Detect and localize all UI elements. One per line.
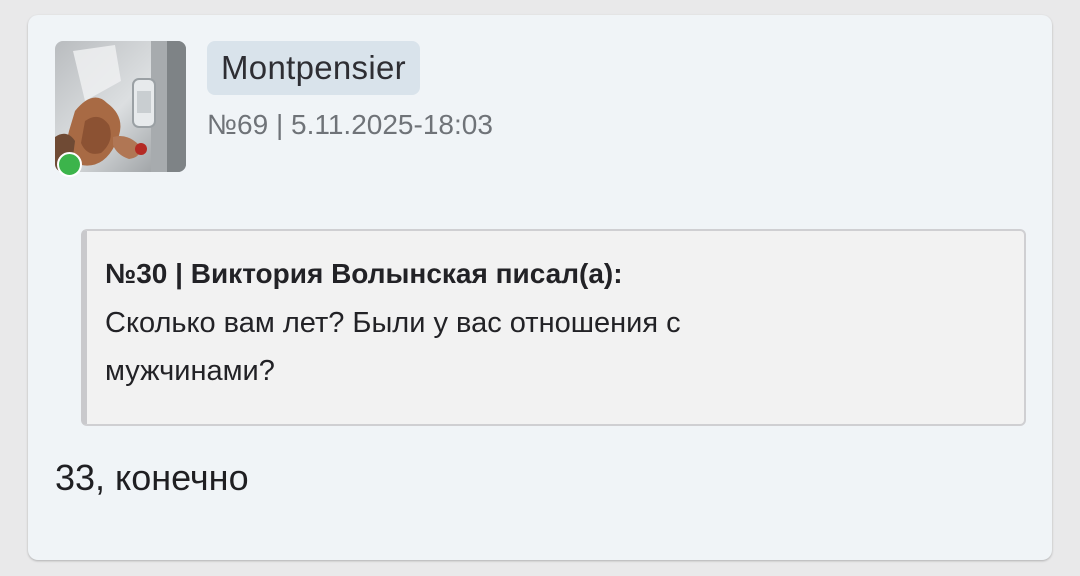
online-status-indicator (57, 152, 82, 177)
quote-block: №30 | Виктория Волынская писал(а): Сколь… (81, 229, 1026, 426)
post-meta: №69 | 5.11.2025-18:03 (207, 109, 493, 140)
avatar[interactable] (55, 41, 186, 177)
quote-header: №30 | Виктория Волынская писал(а): (105, 258, 623, 289)
post-card: Montpensier №69 | 5.11.2025-18:03 №30 | … (28, 15, 1052, 560)
quote-text: Сколько вам лет? Были у вас отношения с … (105, 307, 681, 387)
post-message: 33, конечно (55, 457, 249, 498)
author-username[interactable]: Montpensier (207, 41, 420, 95)
